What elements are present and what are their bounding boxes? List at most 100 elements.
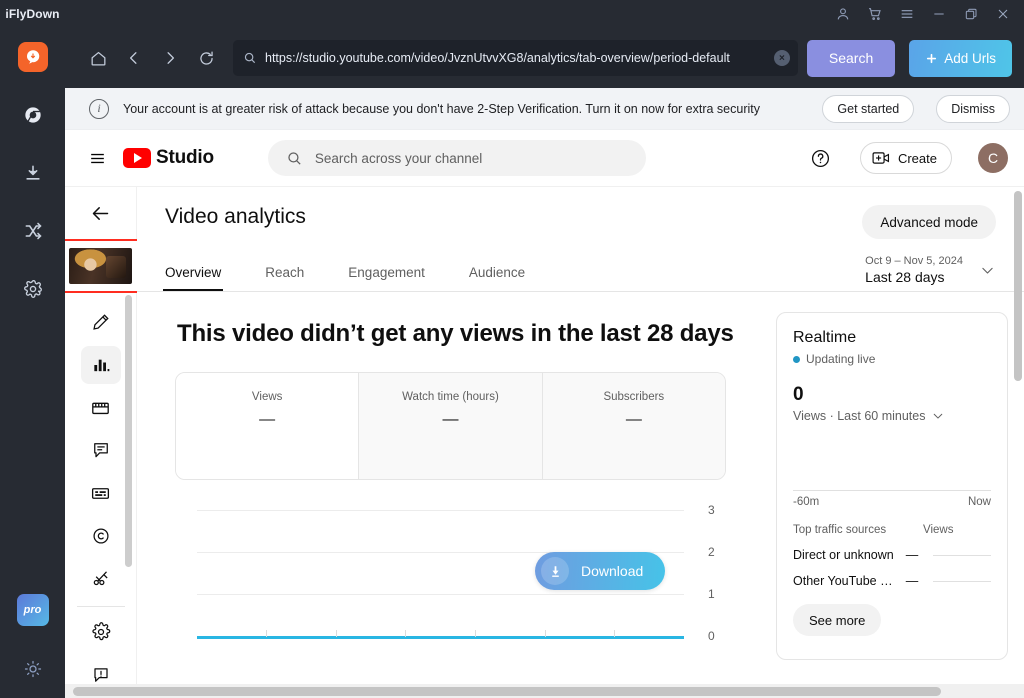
hamburger-menu-icon[interactable] xyxy=(83,144,111,172)
traffic-source-views: — xyxy=(905,548,919,562)
reload-icon[interactable] xyxy=(191,43,221,73)
date-range-dates: Oct 9 – Nov 5, 2024 xyxy=(865,255,963,267)
page-vertical-scrollbar[interactable] xyxy=(1014,191,1022,381)
help-icon[interactable] xyxy=(808,145,834,171)
tab-engagement[interactable]: Engagement xyxy=(348,265,425,291)
avatar[interactable]: C xyxy=(978,143,1008,173)
metric-label: Subscribers xyxy=(603,391,665,403)
search-icon xyxy=(243,51,257,65)
chart-gridline xyxy=(197,510,684,511)
advanced-mode-button[interactable]: Advanced mode xyxy=(862,205,996,239)
page-horizontal-scrollbar[interactable] xyxy=(65,684,1024,698)
restore-icon[interactable] xyxy=(956,1,986,27)
date-range-selector[interactable]: Oct 9 – Nov 5, 2024 Last 28 days xyxy=(865,255,996,291)
chart-xtick xyxy=(475,630,477,637)
analytics-header: Video analytics Advanced mode xyxy=(137,205,1024,239)
download-button[interactable]: Download xyxy=(535,552,666,590)
notification-text: Your account is at greater risk of attac… xyxy=(123,101,760,116)
studio-logo[interactable]: Studio xyxy=(123,147,214,169)
info-icon: i xyxy=(89,98,109,119)
channel-search-input[interactable]: Search across your channel xyxy=(267,140,646,176)
pencil-icon xyxy=(92,314,109,331)
see-more-button[interactable]: See more xyxy=(793,604,882,636)
forward-icon[interactable] xyxy=(155,43,185,73)
sidebar-item-analytics[interactable] xyxy=(80,345,121,385)
sidebar-divider xyxy=(76,605,125,607)
realtime-live-status: Updating live xyxy=(793,352,991,366)
settings-icon[interactable] xyxy=(16,272,50,306)
studio-brand-label: Studio xyxy=(156,147,214,168)
video-plus-icon xyxy=(872,152,889,164)
minimize-icon[interactable] xyxy=(924,1,954,27)
pro-badge[interactable]: pro xyxy=(16,594,49,626)
url-text[interactable]: https://studio.youtube.com/video/JvznUtv… xyxy=(265,51,766,65)
video-thumbnail[interactable] xyxy=(69,247,132,284)
add-urls-label: Add Urls xyxy=(944,50,996,66)
tab-reach[interactable]: Reach xyxy=(265,265,304,291)
metric-subscribers[interactable]: Subscribers — xyxy=(541,373,725,479)
menu-icon[interactable] xyxy=(892,1,922,27)
sidebar-item-trim[interactable] xyxy=(81,559,121,598)
sidebar-item-subtitles[interactable] xyxy=(81,474,121,513)
horizontal-scrollbar-thumb[interactable] xyxy=(73,686,941,696)
chevron-down-icon[interactable] xyxy=(931,409,945,423)
get-started-button[interactable]: Get started xyxy=(822,94,915,123)
traffic-source-name: Direct or unknown xyxy=(793,548,894,562)
chevron-down-icon[interactable] xyxy=(979,262,996,279)
app-sidebar: pro xyxy=(0,28,65,698)
clapper-icon xyxy=(92,402,109,415)
subtitles-icon xyxy=(91,487,110,499)
tab-audience[interactable]: Audience xyxy=(469,265,525,291)
date-range-text: Oct 9 – Nov 5, 2024 Last 28 days xyxy=(865,255,963,285)
add-urls-button[interactable]: Add Urls xyxy=(909,39,1012,77)
metric-views[interactable]: Views — xyxy=(176,373,359,479)
realtime-axis-start: -60m xyxy=(793,496,820,508)
create-button[interactable]: Create xyxy=(859,142,952,174)
traffic-source-views: — xyxy=(905,574,919,588)
youtube-play-icon xyxy=(123,148,151,168)
application-window: iFlyDown pro https://studio.youtube.com/… xyxy=(0,0,1024,698)
tab-overview[interactable]: Overview xyxy=(162,265,224,291)
metric-value: — xyxy=(625,411,642,428)
window-controls xyxy=(828,1,1024,27)
channel-search-placeholder: Search across your channel xyxy=(314,150,483,166)
chart-xtick xyxy=(266,630,268,637)
sidebar-scrollbar[interactable] xyxy=(125,295,132,567)
sidebar-item-details[interactable] xyxy=(81,303,121,342)
security-notification-banner: i Your account is at greater risk of att… xyxy=(65,88,1024,130)
sidebar-item-settings[interactable] xyxy=(81,613,121,652)
home-icon[interactable] xyxy=(83,43,113,73)
realtime-card: Realtime Updating live 0 Views · Last 60… xyxy=(776,312,1008,660)
account-icon[interactable] xyxy=(828,1,858,27)
realtime-title: Realtime xyxy=(793,329,857,346)
metric-watch-time[interactable]: Watch time (hours) — xyxy=(358,373,542,479)
convert-icon[interactable] xyxy=(16,214,50,248)
video-thumbnail-highlight[interactable] xyxy=(65,238,140,294)
downloads-icon[interactable] xyxy=(16,156,50,190)
address-bar[interactable]: https://studio.youtube.com/video/JvznUtv… xyxy=(233,40,798,76)
create-label: Create xyxy=(897,150,937,166)
download-label: Download xyxy=(581,563,644,579)
close-icon[interactable] xyxy=(988,1,1018,27)
chart-xtick xyxy=(614,630,616,637)
search-button[interactable]: Search xyxy=(806,39,896,77)
dismiss-button[interactable]: Dismiss xyxy=(936,94,1010,123)
metric-value: — xyxy=(442,411,459,428)
clear-url-icon[interactable]: × xyxy=(773,50,790,66)
app-brand: iFlyDown xyxy=(5,7,60,21)
realtime-metric-selector[interactable]: Views · Last 60 minutes xyxy=(793,409,991,423)
browser-icon[interactable] xyxy=(16,98,50,132)
sidebar-back-icon[interactable] xyxy=(84,197,118,230)
back-icon[interactable] xyxy=(119,43,149,73)
cart-icon[interactable] xyxy=(860,1,890,27)
views-line-chart: 3 2 1 0 Download xyxy=(175,503,726,650)
theme-toggle-icon[interactable] xyxy=(16,652,50,686)
studio-header: Studio Search across your channel Create… xyxy=(65,130,1024,187)
realtime-axis-line xyxy=(793,490,991,491)
sidebar-item-comments[interactable] xyxy=(81,431,121,470)
sidebar-item-copyright[interactable] xyxy=(81,516,121,555)
sidebar-item-editor[interactable] xyxy=(81,388,121,427)
feedback-icon xyxy=(93,667,108,682)
analytics-tabs: Overview Reach Engagement Audience Oct 9… xyxy=(137,239,1024,291)
chart-gridline xyxy=(197,593,684,595)
